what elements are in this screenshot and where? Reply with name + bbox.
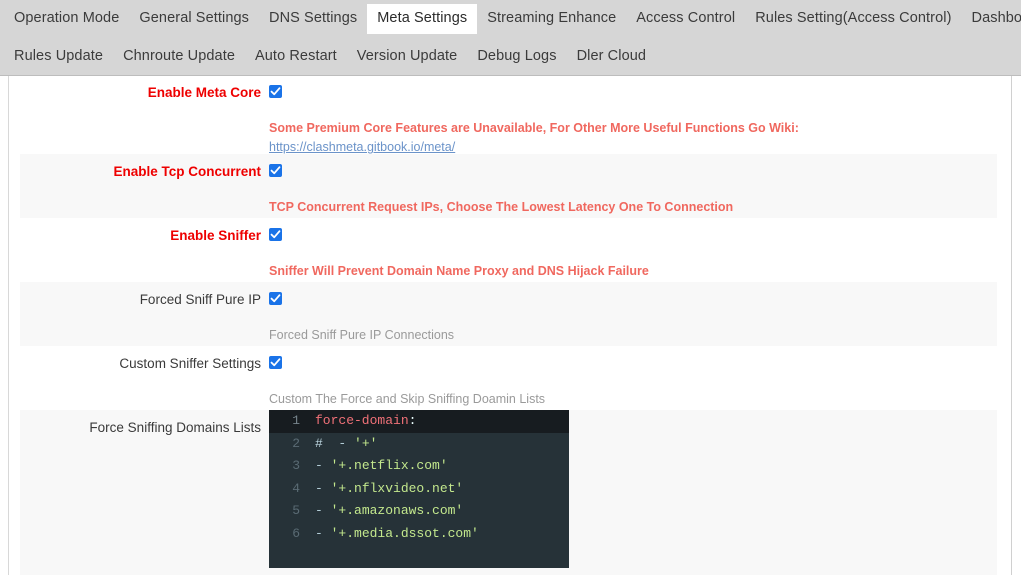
code-token: -: [315, 458, 331, 474]
code-line-number: 6: [292, 525, 300, 541]
code-token: '+.amazonaws.com': [330, 503, 464, 519]
code-token: -: [315, 503, 331, 519]
form-row-enable-sniffer: Enable Sniffer Sniffer Will Prevent Doma…: [9, 218, 1011, 282]
tab-row-secondary: Rules Update Chnroute Update Auto Restart V…: [0, 38, 1021, 76]
code-line-text: - '+.netflix.com': [311, 455, 448, 478]
form-row-forced-sniff-pure-ip: Forced Sniff Pure IP Forced Sniff Pure I…: [9, 282, 1011, 346]
code-line-text: - '+.amazonaws.com': [311, 500, 463, 523]
code-line: 5- '+.amazonaws.com': [269, 500, 569, 523]
description-enable-tcp-concurrent: TCP Concurrent Request IPs, Choose The L…: [269, 200, 734, 214]
code-line-number: 1: [292, 413, 300, 428]
label-enable-sniffer: Enable Sniffer: [170, 228, 261, 243]
tab-access-control[interactable]: Access Control: [626, 4, 745, 34]
meta-settings-form: Enable Meta Core Some Premium Core Featu…: [8, 76, 1012, 575]
wiki-link[interactable]: https://clashmeta.gitbook.io/meta/: [269, 140, 455, 154]
code-line-text: - '+.media.dssot.com': [311, 523, 479, 546]
form-row-enable-tcp-concurrent: Enable Tcp Concurrent TCP Concurrent Req…: [9, 154, 1011, 218]
description-enable-meta-core: Some Premium Core Features are Unavailab…: [269, 100, 1011, 158]
code-token: '+.netflix.com': [330, 458, 448, 474]
tab-chnroute-update[interactable]: Chnroute Update: [113, 42, 245, 72]
settings-tab-bar: Operation Mode General Settings DNS Settin…: [0, 0, 1021, 76]
label-custom-sniffer-settings: Custom Sniffer Settings: [119, 356, 261, 371]
description-enable-sniffer: Sniffer Will Prevent Domain Name Proxy a…: [269, 264, 649, 278]
label-force-sniffing-domains-lists: Force Sniffing Domains Lists: [89, 420, 261, 435]
code-token: -: [315, 480, 331, 496]
form-row-custom-sniffer-settings: Custom Sniffer Settings Custom The Force…: [9, 346, 1011, 410]
tab-meta-settings[interactable]: Meta Settings: [367, 4, 478, 34]
tab-dler-cloud[interactable]: Dler Cloud: [567, 42, 657, 72]
tab-dns-settings[interactable]: DNS Settings: [259, 4, 367, 34]
tab-row-primary: Operation Mode General Settings DNS Settin…: [0, 0, 1021, 38]
tab-rules-update[interactable]: Rules Update: [4, 42, 113, 72]
code-line-number: 5: [292, 503, 300, 519]
checkbox-custom-sniffer-settings[interactable]: [269, 356, 282, 369]
description-text: Some Premium Core Features are Unavailab…: [269, 121, 799, 135]
force-sniffing-domains-code-editor[interactable]: 1 force-domain: 2 # - '+' 3- '+.netflix.com'…: [269, 410, 569, 568]
tab-operation-mode[interactable]: Operation Mode: [4, 4, 129, 34]
tab-streaming-enhance[interactable]: Streaming Enhance: [477, 4, 626, 34]
code-token: -: [322, 435, 355, 451]
code-token: #: [315, 435, 323, 451]
form-row-force-sniffing-domains-lists: Force Sniffing Domains Lists 1 force-doma…: [9, 410, 1011, 575]
checkbox-enable-tcp-concurrent[interactable]: [269, 164, 282, 177]
code-line: 2 # - '+': [269, 433, 569, 456]
checkbox-enable-meta-core[interactable]: [269, 85, 282, 98]
code-line-text: force-domain:: [311, 410, 416, 433]
form-row-enable-meta-core: Enable Meta Core Some Premium Core Featu…: [9, 76, 1011, 154]
description-forced-sniff-pure-ip: Forced Sniff Pure IP Connections: [269, 328, 455, 342]
code-line: 3- '+.netflix.com': [269, 455, 569, 478]
code-token: '+.nflxvideo.net': [330, 480, 464, 496]
code-line: 4- '+.nflxvideo.net': [269, 478, 569, 501]
code-token: '+': [354, 435, 378, 451]
label-enable-meta-core: Enable Meta Core: [147, 85, 261, 100]
code-token: force-domain: [315, 413, 409, 428]
code-line: 1 force-domain:: [269, 410, 569, 433]
tab-dashboard-settings[interactable]: Dashboard Settings: [962, 4, 1021, 34]
code-token: :: [408, 413, 417, 428]
tab-general-settings[interactable]: General Settings: [129, 4, 259, 34]
code-line-number: 2: [292, 435, 300, 451]
tab-rules-setting-access-control[interactable]: Rules Setting(Access Control): [745, 4, 961, 34]
code-line-number: 4: [292, 480, 300, 496]
code-line-text: - '+.nflxvideo.net': [311, 478, 463, 501]
checkbox-forced-sniff-pure-ip[interactable]: [269, 292, 282, 305]
code-token: '+.media.dssot.com': [330, 525, 479, 541]
checkbox-enable-sniffer[interactable]: [269, 228, 282, 241]
code-token: -: [315, 525, 331, 541]
code-line: 6- '+.media.dssot.com': [269, 523, 569, 546]
tab-auto-restart[interactable]: Auto Restart: [245, 42, 347, 72]
tab-debug-logs[interactable]: Debug Logs: [467, 42, 566, 72]
label-forced-sniff-pure-ip: Forced Sniff Pure IP: [139, 292, 261, 307]
description-custom-sniffer-settings: Custom The Force and Skip Sniffing Doami…: [269, 392, 546, 406]
code-line-text: # - '+': [311, 433, 377, 456]
label-enable-tcp-concurrent: Enable Tcp Concurrent: [113, 164, 261, 179]
tab-version-update[interactable]: Version Update: [347, 42, 468, 72]
code-line-number: 3: [292, 458, 300, 474]
